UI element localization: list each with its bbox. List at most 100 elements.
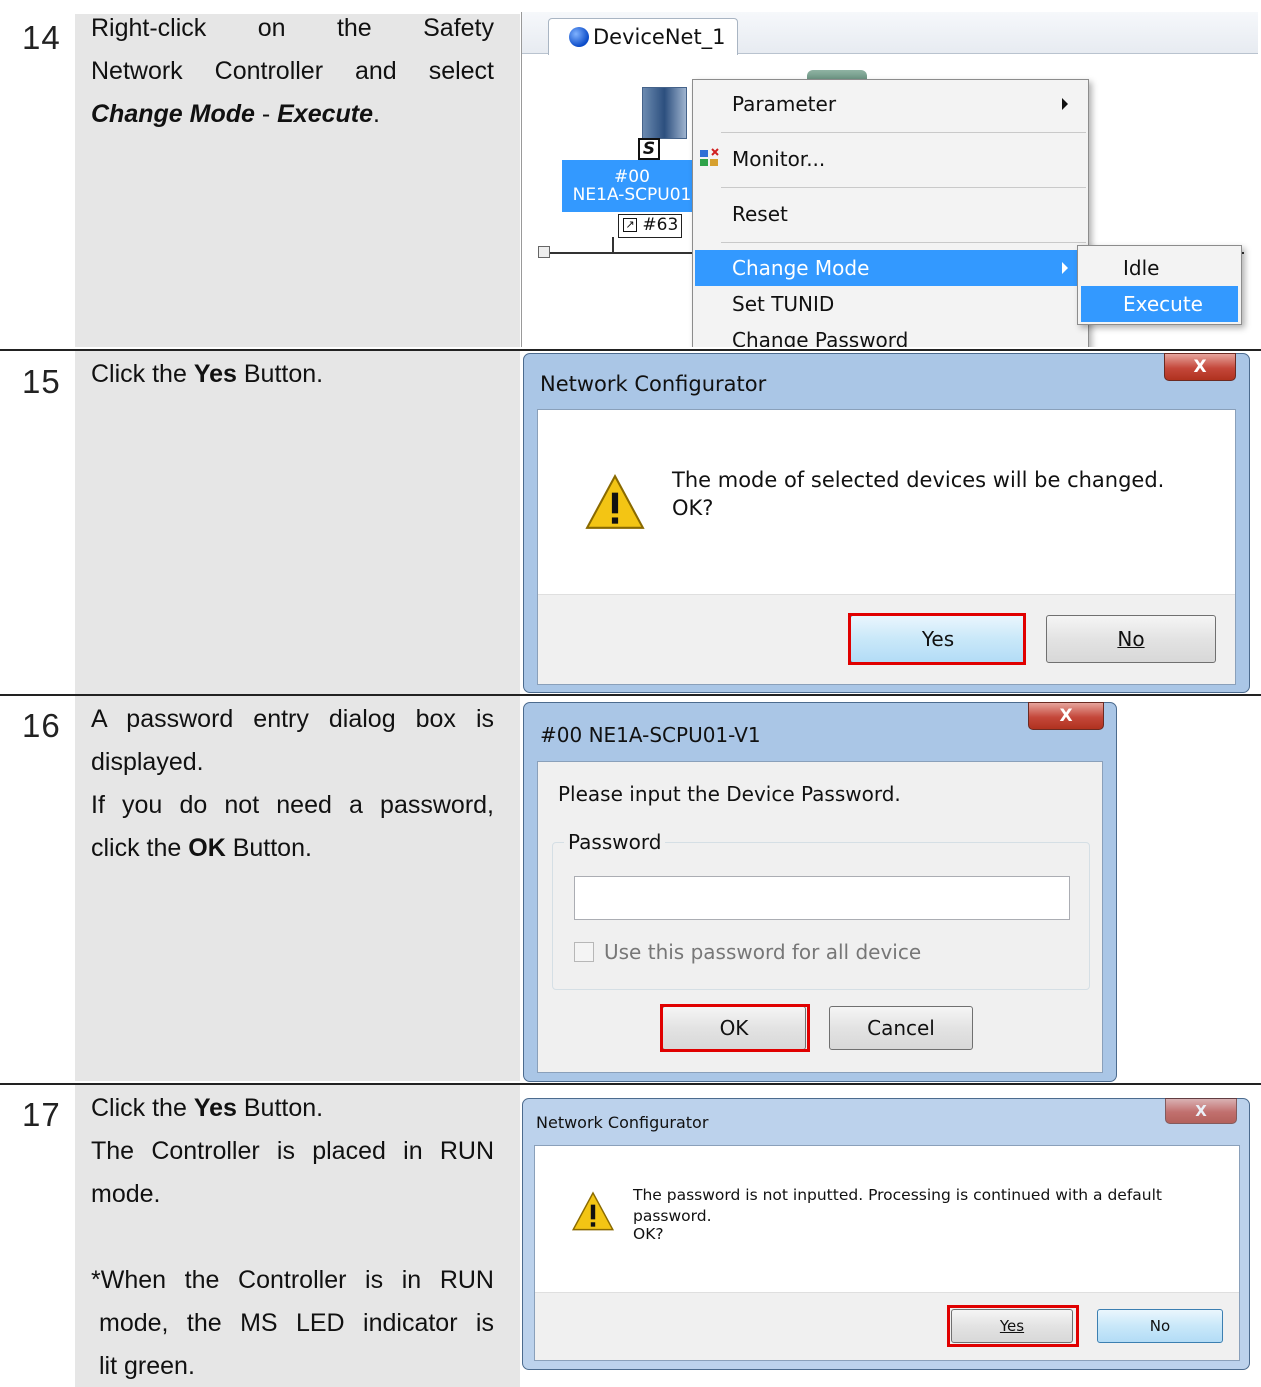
dialog-client-area: The password is not inputted. Processing… <box>534 1145 1240 1361</box>
step-14-dash: - <box>254 100 278 128</box>
menu-item-parameter[interactable]: Parameter <box>695 86 1086 122</box>
step-14-instruction: Right-click on the Safety Network Contro… <box>91 7 494 136</box>
tab-devicenet[interactable]: DeviceNet_1 <box>548 18 738 55</box>
yes-button-highlight <box>947 1305 1079 1347</box>
no-button-label: No <box>1149 1317 1171 1335</box>
node-link-address: ↗ #63 <box>618 214 682 238</box>
ok-button-highlight <box>660 1004 810 1052</box>
no-button-label: No <box>1117 627 1145 651</box>
menu-separator <box>721 242 1086 243</box>
close-icon: X <box>1059 706 1073 726</box>
dialog-device-password: #00 NE1A-SCPU01-V1 X Please input the De… <box>523 702 1117 1082</box>
step-17-line-2: The Controller is placed in RUN <box>91 1137 494 1165</box>
menu-item-label: Change Mode <box>732 256 870 280</box>
safety-controller-device-icon[interactable] <box>642 87 687 139</box>
dialog-message-line-1: The password is not inputted. Processing… <box>633 1186 1163 1204</box>
dialog-button-area: Yes No <box>538 594 1235 684</box>
close-button[interactable]: X <box>1028 702 1104 730</box>
submenu-item-label: Execute <box>1123 292 1203 316</box>
use-for-all-label: Use this password for all device <box>604 940 922 964</box>
step-15-text-before: Click the <box>91 360 194 388</box>
menu-item-label: Set TUNID <box>732 292 835 316</box>
close-button[interactable]: X <box>1165 1098 1237 1124</box>
node-model: NE1A-SCPU01 <box>572 185 692 205</box>
step-15-number: 15 <box>22 363 61 400</box>
tab-label: DeviceNet_1 <box>593 25 726 49</box>
step-14-execute: Execute <box>277 100 374 128</box>
menu-item-change-password[interactable]: Change Password <box>695 322 1086 347</box>
node-address: #00 <box>614 167 650 187</box>
step-17-text-after: Button. <box>236 1094 324 1122</box>
dialog-message-line-2: password. <box>633 1207 712 1225</box>
step-16-instruction: A password entry dialog box is displayed… <box>91 698 494 870</box>
step-16-text-before: click the <box>91 834 189 862</box>
password-input[interactable] <box>574 876 1070 920</box>
context-menu: Parameter Monitor... Reset Change Mode S… <box>692 79 1089 347</box>
menu-separator <box>721 132 1086 133</box>
dialog-title: #00 NE1A-SCPU01-V1 <box>540 723 761 747</box>
step-14-period: . <box>373 100 380 128</box>
node-link-label: #63 <box>642 215 679 235</box>
step-16-line-3: If you do not need a password, <box>91 791 494 819</box>
menu-item-monitor[interactable]: Monitor... <box>695 141 1086 177</box>
dialog-title: Network Configurator <box>536 1113 709 1132</box>
network-configurator-canvas: DeviceNet_1 S #00 NE1A-SCPU01 ↗ #63 Para… <box>521 12 1258 347</box>
submenu-arrow-icon <box>1062 98 1068 110</box>
step-17-instruction: Click the Yes Button. The Controller is … <box>91 1087 494 1387</box>
step-15-text-bold: Yes <box>193 360 237 388</box>
use-for-all-checkbox[interactable] <box>574 942 594 962</box>
menu-item-label: Change Password <box>732 328 909 347</box>
step-17-text-before: Click the <box>91 1094 194 1122</box>
step-14-number: 14 <box>22 19 61 56</box>
network-icon <box>569 27 589 47</box>
link-icon: ↗ <box>623 218 637 232</box>
step-17-note-line-1: *When the Controller is in RUN <box>91 1266 494 1294</box>
step-17-number: 17 <box>22 1096 61 1133</box>
dialog-button-area: Yes No <box>535 1292 1239 1360</box>
submenu-arrow-icon <box>1062 262 1068 274</box>
menu-separator <box>721 187 1086 188</box>
menu-item-set-tunid[interactable]: Set TUNID <box>695 286 1086 322</box>
dialog-default-password-confirm: Network Configurator X The password is n… <box>522 1098 1250 1370</box>
change-mode-submenu: Idle Execute <box>1077 245 1242 325</box>
dialog-change-mode-confirm: Network Configurator X The mode of selec… <box>523 353 1250 693</box>
step-16-line-1: A password entry dialog box is <box>91 705 494 733</box>
cancel-button-label: Cancel <box>867 1016 935 1040</box>
step-15-background <box>75 351 520 694</box>
dialog-message-line-2: OK? <box>672 496 714 520</box>
close-icon: X <box>1195 1102 1207 1120</box>
step-16-text-bold: OK <box>188 834 226 862</box>
menu-item-label: Parameter <box>732 92 837 116</box>
step-14-line-1: Right-click on the Safety <box>91 14 494 42</box>
step-16-text-after: Button. <box>225 834 312 862</box>
step-15-instruction: Click the Yes Button. <box>91 353 494 396</box>
warning-icon <box>585 473 645 529</box>
dialog-message-line-3: OK? <box>633 1225 664 1243</box>
submenu-item-execute[interactable]: Execute <box>1081 286 1238 322</box>
no-button[interactable]: No <box>1097 1309 1223 1343</box>
no-button[interactable]: No <box>1046 615 1216 663</box>
menu-item-label: Reset <box>732 202 788 226</box>
password-group-label: Password <box>564 830 666 854</box>
dialog-client-area: Please input the Device Password. Passwo… <box>537 761 1103 1073</box>
close-button[interactable]: X <box>1164 353 1236 381</box>
close-icon: X <box>1193 357 1207 377</box>
menu-item-label: Monitor... <box>732 147 826 171</box>
dialog-client-area: The mode of selected devices will be cha… <box>537 409 1236 685</box>
step-14-change-mode: Change Mode <box>91 100 255 128</box>
warning-icon <box>571 1191 615 1231</box>
menu-item-change-mode[interactable]: Change Mode <box>695 250 1086 286</box>
submenu-item-idle[interactable]: Idle <box>1081 250 1238 286</box>
cancel-button[interactable]: Cancel <box>829 1006 973 1050</box>
yes-button-highlight <box>848 613 1026 665</box>
dialog-message-line-1: The mode of selected devices will be cha… <box>672 468 1165 492</box>
tab-bar: DeviceNet_1 <box>522 12 1258 55</box>
selected-node-label[interactable]: #00 NE1A-SCPU01 <box>562 160 702 212</box>
step-16-number: 16 <box>22 707 61 744</box>
step-17-line-3: mode. <box>91 1180 161 1208</box>
step-17-note-line-3: lit green. <box>99 1352 195 1380</box>
drop-line <box>612 237 614 253</box>
terminator-left-icon <box>538 246 550 258</box>
step-17-spacer <box>91 1216 494 1259</box>
menu-item-reset[interactable]: Reset <box>695 196 1086 232</box>
